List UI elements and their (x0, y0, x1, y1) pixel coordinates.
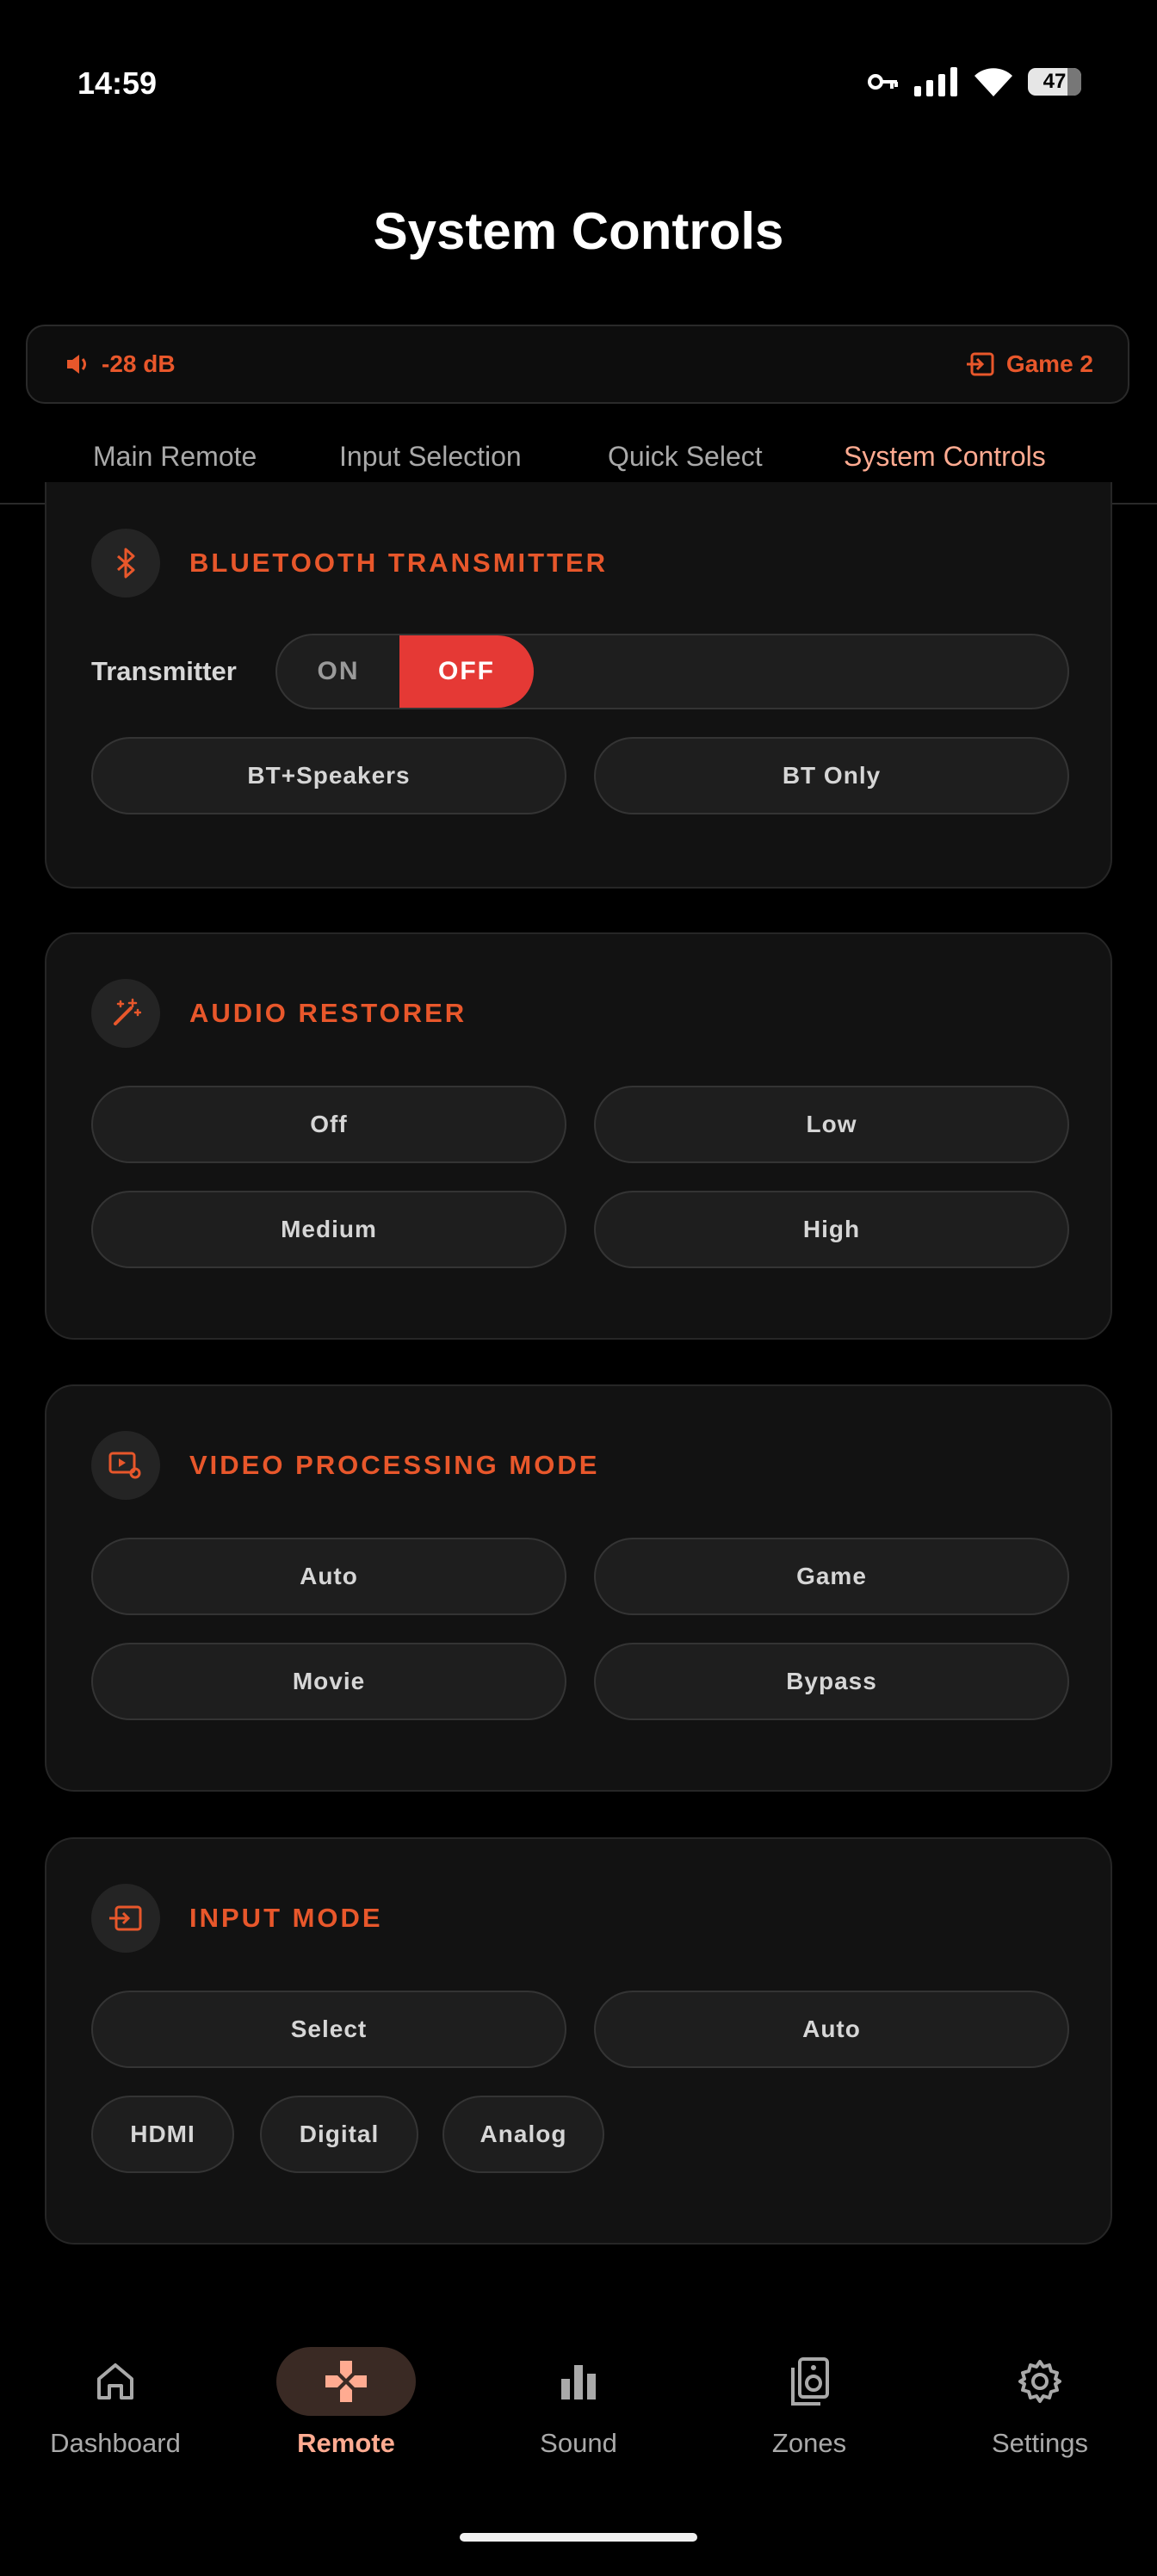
vpn-key-icon (868, 74, 898, 90)
bluetooth-icon (91, 529, 160, 598)
source-value: Game 2 (1005, 350, 1093, 377)
input-digital-button[interactable]: Digital (260, 2096, 418, 2173)
video-game-button[interactable]: Game (594, 1538, 1069, 1615)
input-auto-button[interactable]: Auto (594, 1991, 1069, 2068)
bt-speakers-button[interactable]: BT+Speakers (91, 737, 566, 814)
input-icon (91, 1884, 160, 1953)
bt-only-button[interactable]: BT Only (594, 737, 1069, 814)
gamepad-icon (276, 2347, 416, 2416)
card-title: INPUT MODE (189, 1903, 383, 1933)
restorer-low-button[interactable]: Low (594, 1086, 1069, 1163)
gear-icon (954, 2347, 1126, 2416)
volume-icon (67, 355, 86, 374)
nav-sound[interactable]: Sound (492, 2347, 665, 2459)
input-hdmi-button[interactable]: HDMI (91, 2096, 234, 2173)
restorer-off-button[interactable]: Off (91, 1086, 566, 1163)
nav-remote[interactable]: Remote (260, 2347, 432, 2459)
video-settings-icon (91, 1431, 160, 1500)
nav-settings[interactable]: Settings (954, 2347, 1126, 2459)
restorer-medium-button[interactable]: Medium (91, 1191, 566, 1268)
signal-icon (914, 67, 957, 96)
card-title: AUDIO RESTORER (189, 998, 467, 1028)
video-movie-button[interactable]: Movie (91, 1643, 566, 1720)
tab-main-remote[interactable]: Main Remote (93, 441, 257, 473)
home-icon (29, 2347, 201, 2416)
nav-label: Remote (297, 2428, 395, 2458)
input-analog-button[interactable]: Analog (442, 2096, 604, 2173)
bluetooth-card: BLUETOOTH TRANSMITTER Transmitter ON OFF… (45, 482, 1112, 889)
input-select-button[interactable]: Select (91, 1991, 566, 2068)
tab-input-selection[interactable]: Input Selection (339, 441, 522, 473)
battery-icon: 47 (1028, 68, 1081, 96)
transmitter-toggle: ON OFF (275, 634, 1069, 709)
now-playing-bar: -28 dB Game 2 (26, 325, 1129, 404)
card-title: BLUETOOTH TRANSMITTER (189, 548, 609, 578)
nav-label: Settings (991, 2428, 1088, 2458)
speaker-icon (723, 2347, 895, 2416)
wifi-icon (974, 68, 1012, 96)
battery-level: 47 (1043, 70, 1067, 93)
nav-zones[interactable]: Zones (723, 2347, 895, 2459)
nav-dashboard[interactable]: Dashboard (29, 2347, 201, 2459)
card-title: VIDEO PROCESSING MODE (189, 1450, 600, 1480)
magic-wand-icon (91, 979, 160, 1048)
home-indicator[interactable] (460, 2533, 697, 2542)
video-auto-button[interactable]: Auto (91, 1538, 566, 1615)
audio-restorer-card: AUDIO RESTORER Off Low Medium High (45, 932, 1112, 1340)
status-icons: 47 (868, 67, 1081, 96)
input-icon (966, 352, 994, 376)
nav-label: Zones (771, 2428, 847, 2458)
transmitter-label: Transmitter (91, 656, 237, 686)
restorer-high-button[interactable]: High (594, 1191, 1069, 1268)
tab-system-controls[interactable]: System Controls (844, 441, 1046, 473)
status-time: 14:59 (77, 65, 158, 101)
tab-quick-select[interactable]: Quick Select (608, 441, 763, 473)
volume-value: -28 dB (102, 350, 176, 377)
bar-chart-icon (492, 2347, 665, 2416)
nav-label: Dashboard (50, 2428, 181, 2458)
video-bypass-button[interactable]: Bypass (594, 1643, 1069, 1720)
toggle-off[interactable]: OFF (399, 635, 534, 708)
toggle-on[interactable]: ON (277, 635, 399, 708)
input-mode-card: INPUT MODE Select Auto HDMI Digital Anal… (45, 1837, 1112, 2245)
source-indicator[interactable]: Game 2 (966, 350, 1093, 378)
page-title: System Controls (373, 202, 784, 260)
volume-indicator[interactable]: -28 dB (65, 350, 176, 378)
nav-label: Sound (540, 2428, 617, 2458)
video-processing-card: VIDEO PROCESSING MODE Auto Game Movie By… (45, 1384, 1112, 1792)
